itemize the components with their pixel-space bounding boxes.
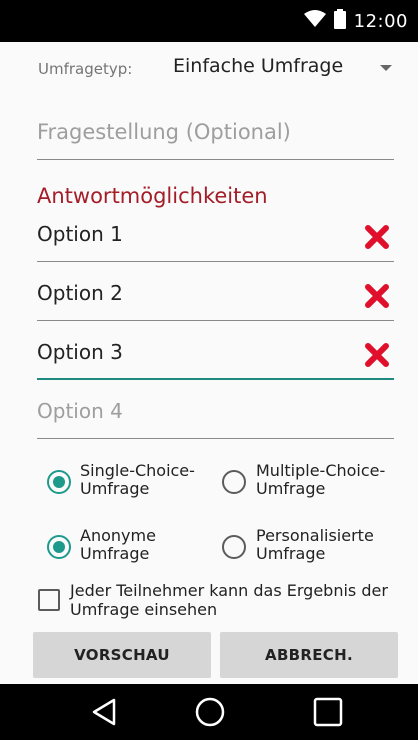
status-bar: 12:00 <box>0 0 418 42</box>
survey-form: Umfragetyp: Einfache Umfrage Fragestellu… <box>0 42 418 684</box>
navigation-bar <box>0 684 418 740</box>
option-text-3: Option 3 <box>37 340 123 364</box>
cancel-button[interactable]: ABBRECH. <box>220 632 398 678</box>
answers-section-title: Antwortmöglichkeiten <box>37 184 268 208</box>
wifi-icon <box>303 10 326 32</box>
radio-selected-dot <box>53 541 65 553</box>
home-icon[interactable] <box>190 694 230 730</box>
question-placeholder: Fragestellung (Optional) <box>37 120 291 144</box>
recents-icon[interactable] <box>308 694 348 730</box>
radio-selected-dot <box>53 476 65 488</box>
battery-icon <box>333 9 346 33</box>
radio-personalized-label: Personalisierte Umfrage <box>256 526 374 563</box>
question-input[interactable]: Fragestellung (Optional) <box>37 114 394 160</box>
remove-option-1-icon[interactable] <box>364 224 390 250</box>
option-input-4[interactable]: Option 4 <box>37 395 394 439</box>
option-input-2[interactable]: Option 2 <box>37 277 394 321</box>
survey-type-label: Umfragetyp: <box>38 60 133 78</box>
radio-single-choice-circle[interactable] <box>47 470 71 494</box>
option-text-4: Option 4 <box>37 399 123 423</box>
option-text-1: Option 1 <box>37 222 123 246</box>
remove-option-2-icon[interactable] <box>364 283 390 309</box>
remove-option-3-icon[interactable] <box>364 342 390 368</box>
radio-personalized-circle[interactable] <box>222 535 246 559</box>
radio-anonymous-circle[interactable] <box>47 535 71 559</box>
option-text-2: Option 2 <box>37 281 123 305</box>
back-icon[interactable] <box>84 694 124 730</box>
survey-type-value[interactable]: Einfache Umfrage <box>173 55 343 77</box>
option-input-1[interactable]: Option 1 <box>37 218 394 262</box>
radio-anonymous-label: Anonyme Umfrage <box>80 526 156 563</box>
results-visible-label: Jeder Teilnehmer kann das Ergebnis der U… <box>70 581 388 619</box>
status-time: 12:00 <box>353 10 408 32</box>
dropdown-arrow-icon[interactable] <box>380 65 392 71</box>
option-input-3[interactable]: Option 3 <box>37 336 394 380</box>
radio-multiple-choice-label: Multiple-Choice- Umfrage <box>256 461 386 498</box>
results-visible-checkbox[interactable] <box>38 589 60 611</box>
radio-single-choice-label: Single-Choice- Umfrage <box>80 461 195 498</box>
status-icons: 12:00 <box>303 0 408 42</box>
radio-multiple-choice-circle[interactable] <box>222 470 246 494</box>
preview-button[interactable]: VORSCHAU <box>33 632 211 678</box>
